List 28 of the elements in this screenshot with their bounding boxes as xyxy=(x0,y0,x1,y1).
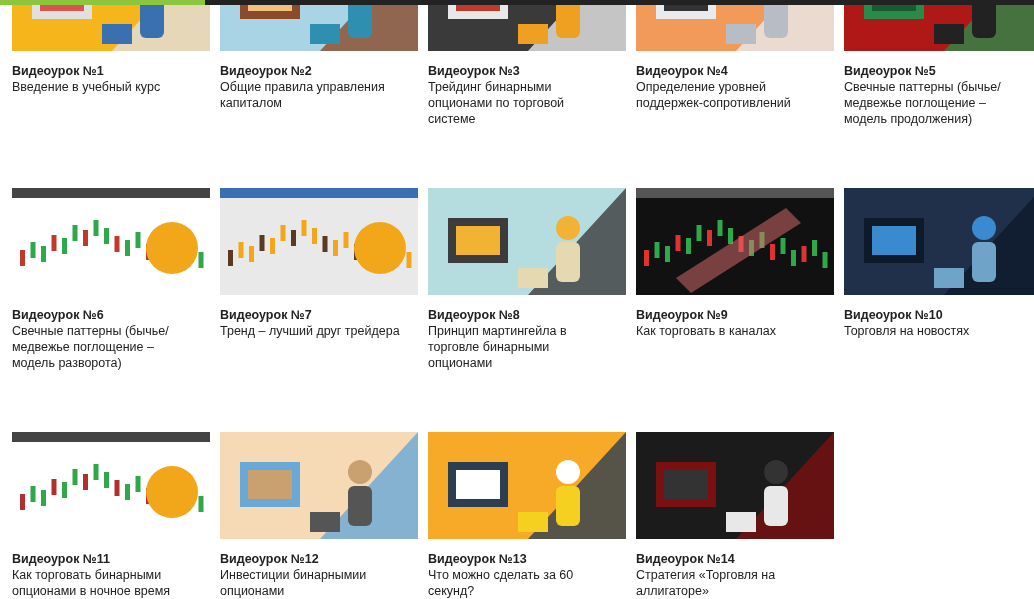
lesson-title[interactable]: Видеоурок №2 xyxy=(220,63,404,79)
lesson-title[interactable]: Видеоурок №4 xyxy=(636,63,820,79)
lesson-title[interactable]: Видеоурок №1 xyxy=(12,63,196,79)
lesson-title[interactable]: Видеоурок №9 xyxy=(636,307,820,323)
lesson-description: Свечные паттерны (бычье/ медвежье поглощение – модель разворота) xyxy=(12,323,170,371)
lesson-description: Введение в учебный курс xyxy=(12,79,162,95)
lesson-description: Как торговать бинарными опционами в ночное время xyxy=(12,567,172,599)
lesson-title[interactable]: Видеоурок №7 xyxy=(220,307,404,323)
lesson-description: Общие правила управления капиталом xyxy=(220,79,386,111)
lesson-title[interactable]: Видеоурок №3 xyxy=(428,63,612,79)
lesson-title[interactable]: Видеоурок №11 xyxy=(12,551,196,567)
lesson-title[interactable]: Видеоурок №13 xyxy=(428,551,612,567)
lesson-description: Трейдинг бинарными опционами по торговой системе xyxy=(428,79,566,127)
lesson-description: Свечные паттерны (бычье/ медвежье поглощение – модель продолжения) xyxy=(844,79,1002,127)
lesson-title[interactable]: Видеоурок №8 xyxy=(428,307,612,323)
lesson-description: Как торговать в каналах xyxy=(636,323,777,339)
lesson-description: Торговля на новостях xyxy=(844,323,971,339)
lesson-description: Что можно сделать за 60 секунд? xyxy=(428,567,575,599)
lesson-title[interactable]: Видеоурок №12 xyxy=(220,551,404,567)
lesson-description: Тренд – лучший друг трейдера xyxy=(220,323,401,339)
lesson-description: Принцип мартингейла в торговле бинарными опционами xyxy=(428,323,568,371)
lesson-title[interactable]: Видеоурок №5 xyxy=(844,63,1028,79)
lesson-title[interactable]: Видеоурок №10 xyxy=(844,307,1028,323)
lesson-title[interactable]: Видеоурок №6 xyxy=(12,307,196,323)
lesson-description: Стратегия «Торговля на аллигаторе» xyxy=(636,567,777,599)
lesson-title[interactable]: Видеоурок №14 xyxy=(636,551,820,567)
lesson-description: Инвестиции бинарнымии опционами xyxy=(220,567,368,599)
lesson-description: Определение уровней поддержек-сопротивлений xyxy=(636,79,792,111)
